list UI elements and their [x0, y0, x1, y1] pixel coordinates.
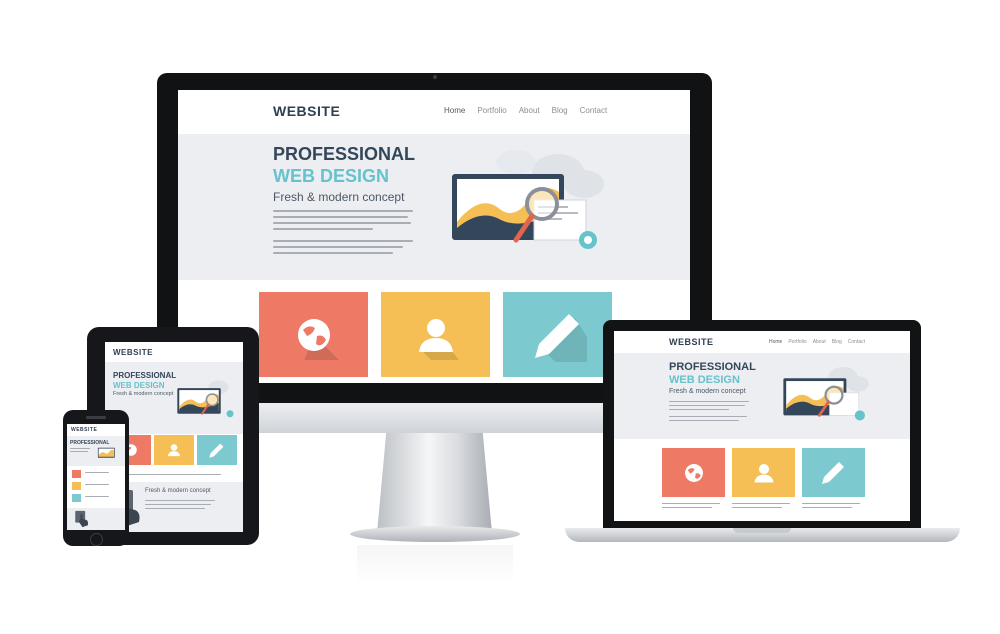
monitor-base [350, 526, 520, 542]
tile-pencil[interactable] [503, 292, 612, 377]
hero-tagline: Fresh & modern concept [273, 190, 405, 204]
site-nav-links: Home Portfolio About Blog Contact [444, 106, 607, 115]
phone-screen: WEBSITE PROFESSIONAL [67, 424, 125, 530]
hero-section: PROFESSIONAL WEB DESIGN Fresh & modern c… [178, 134, 690, 280]
headline-web-design: WEB DESIGN [273, 166, 390, 186]
site-logo[interactable]: WEBSITE [273, 103, 340, 119]
phone-speaker [86, 416, 106, 419]
site-nav: WEBSITE Home Portfolio About Blog Contac… [178, 90, 690, 134]
monitor-stand [377, 433, 492, 533]
tablet-user-icon [167, 444, 181, 457]
laptop-nav-home[interactable]: Home [769, 339, 782, 345]
tablet-headline-web-design: WEB DESIGN [113, 381, 165, 390]
laptop-site-logo[interactable]: WEBSITE [669, 337, 714, 347]
laptop-paragraph [669, 401, 749, 421]
tablet-caption-line [125, 474, 221, 475]
tablet-headline-professional: PROFESSIONAL [113, 371, 177, 380]
user-icon [419, 319, 459, 360]
tablet-pencil-icon [209, 443, 224, 458]
phone-tile-globe[interactable] [72, 470, 81, 478]
phone-tile-pencil[interactable] [72, 494, 81, 502]
camera-dot [433, 75, 437, 79]
phone-tile-user[interactable] [72, 482, 81, 490]
monitor-reflection [357, 545, 513, 585]
pencil-icon [535, 314, 587, 362]
tablet-tile-user[interactable] [154, 435, 194, 465]
laptop-pencil-icon [822, 462, 844, 484]
laptop-nav-contact[interactable]: Contact [848, 339, 865, 345]
nav-about[interactable]: About [519, 106, 540, 115]
nav-portfolio[interactable]: Portfolio [477, 106, 506, 115]
phone-hand-touch-icon [75, 510, 89, 528]
tablet-lower-paragraph [145, 500, 215, 509]
nav-blog[interactable]: Blog [552, 106, 568, 115]
laptop-analytics-illustration [783, 367, 869, 421]
laptop-nav-about[interactable]: About [813, 339, 826, 345]
laptop-tile-user[interactable] [732, 448, 795, 497]
laptop-hero: PROFESSIONAL WEB DESIGN Fresh & modern c… [614, 353, 910, 439]
tile-user[interactable] [381, 292, 490, 377]
phone-lower-section [67, 508, 125, 530]
tablet-site-nav: WEBSITE [105, 342, 243, 362]
tile-globe[interactable] [259, 292, 368, 377]
phone-row-lines-1 [85, 472, 109, 473]
laptop-nav-blog[interactable]: Blog [832, 339, 842, 345]
nav-home[interactable]: Home [444, 106, 465, 115]
headline-professional: PROFESSIONAL [273, 144, 416, 164]
laptop-headline-web-design: WEB DESIGN [669, 374, 740, 386]
phone-site-logo[interactable]: WEBSITE [71, 427, 97, 433]
phone-hero-lines [70, 448, 90, 452]
phone-hero: PROFESSIONAL [67, 436, 125, 466]
laptop-tile-pencil[interactable] [802, 448, 865, 497]
laptop-nav-links: Home Portfolio About Blog Contact [769, 339, 865, 345]
hero-paragraph [273, 210, 413, 254]
tablet-tile-pencil[interactable] [197, 435, 237, 465]
laptop-globe-icon [685, 464, 703, 482]
phone-home-button[interactable] [90, 533, 103, 546]
tablet-analytics-illustration [177, 380, 234, 418]
tablet-tagline: Fresh & modern concept [113, 391, 174, 397]
nav-contact[interactable]: Contact [580, 106, 608, 115]
laptop-tile-globe[interactable] [662, 448, 725, 497]
analytics-illustration [452, 150, 604, 249]
laptop-user-icon [754, 464, 774, 483]
tablet-site-logo[interactable]: WEBSITE [113, 348, 153, 357]
phone-row-lines-3 [85, 496, 109, 497]
phone-row-lines-2 [85, 484, 109, 485]
laptop-site-nav: WEBSITE Home Portfolio About Blog Contac… [614, 331, 910, 353]
laptop-screen: WEBSITE Home Portfolio About Blog Contac… [614, 331, 910, 521]
phone-analytics-illustration [97, 447, 115, 458]
laptop-notch [733, 528, 791, 533]
phone-site-nav: WEBSITE [67, 424, 125, 436]
laptop-tagline: Fresh & modern concept [669, 388, 746, 395]
laptop-headline-professional: PROFESSIONAL [669, 361, 756, 373]
tablet-lower-tagline: Fresh & modern concept [145, 488, 211, 494]
laptop-nav-portfolio[interactable]: Portfolio [788, 339, 806, 345]
globe-icon [298, 319, 339, 360]
